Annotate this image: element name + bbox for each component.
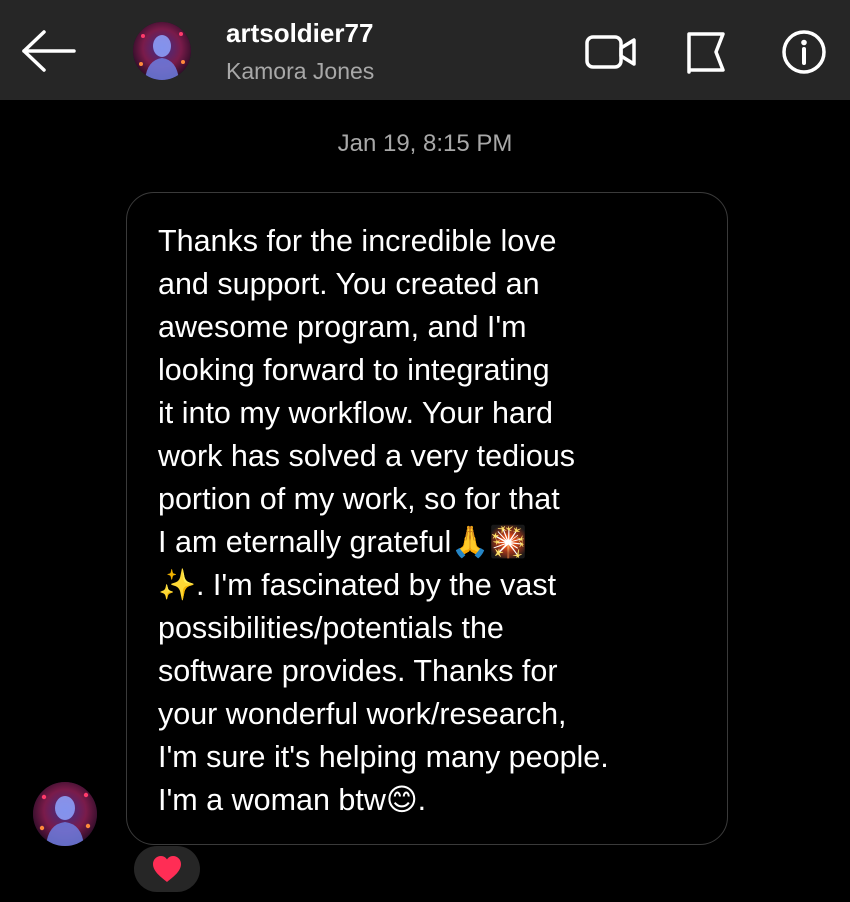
flag-icon [687, 32, 725, 74]
username[interactable]: artsoldier77 [226, 18, 373, 49]
message-text: Thanks for the incredible love and suppo… [158, 224, 609, 817]
avatar-image [33, 782, 97, 846]
full-name: Kamora Jones [226, 58, 375, 84]
reaction-badge[interactable] [134, 846, 200, 892]
profile-avatar[interactable] [133, 22, 191, 80]
avatar-image [133, 22, 191, 80]
arrow-left-icon [22, 30, 76, 72]
message-timestamp: Jan 19, 8:15 PM [337, 130, 513, 157]
chat-header: artsoldier77 Kamora Jones [0, 0, 850, 100]
back-button[interactable] [18, 26, 78, 76]
info-icon [782, 30, 826, 74]
info-button[interactable] [780, 28, 828, 76]
heart-icon [153, 856, 181, 882]
sender-avatar[interactable] [33, 782, 97, 846]
flag-button[interactable] [683, 28, 731, 76]
message-bubble[interactable]: Thanks for the incredible love and suppo… [126, 192, 728, 845]
video-camera-icon [585, 35, 636, 69]
video-call-button[interactable] [584, 28, 636, 76]
